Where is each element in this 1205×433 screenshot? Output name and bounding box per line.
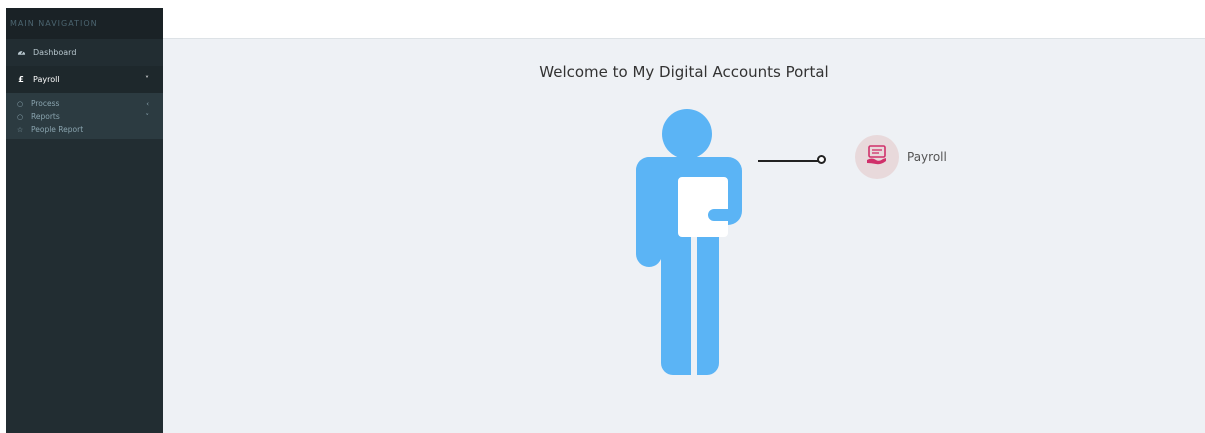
sidebar-item-people-report[interactable]: ☆ People Report: [6, 123, 163, 136]
payroll-cheque-icon: [866, 145, 888, 169]
sidebar-item-process[interactable]: ○ Process ‹: [6, 97, 163, 110]
sidebar-item-dashboard[interactable]: Dashboard: [6, 39, 163, 66]
chevron-left-icon: ‹: [146, 99, 149, 108]
person-illustration: [633, 105, 753, 384]
payroll-badge: [855, 135, 899, 179]
chevron-down-icon: ˅: [145, 75, 149, 84]
dashboard-icon: [15, 48, 27, 58]
sidebar-item-payroll[interactable]: £ Payroll ˅: [6, 66, 163, 93]
page-title: Welcome to My Digital Accounts Portal: [539, 63, 829, 81]
sidebar-subitem-label: Reports: [31, 112, 60, 121]
sidebar: MAIN NAVIGATION Dashboard £ Payroll ˅ ○ …: [6, 8, 163, 433]
main-navigation-header: MAIN NAVIGATION: [6, 8, 163, 39]
top-header-bar: [163, 8, 1205, 39]
connector-line: [758, 160, 818, 162]
sidebar-item-reports[interactable]: ○ Reports ˅: [6, 110, 163, 123]
payroll-link-label: Payroll: [907, 150, 947, 164]
sidebar-subitem-label: People Report: [31, 125, 84, 134]
pound-icon: £: [18, 75, 24, 84]
circle-icon: ○: [16, 112, 24, 121]
sidebar-subitem-label: Process: [31, 99, 60, 108]
star-icon: ☆: [16, 125, 24, 134]
sidebar-item-label: Dashboard: [33, 48, 77, 57]
connector-dot: [817, 155, 826, 164]
sidebar-item-label: Payroll: [33, 75, 60, 84]
chevron-down-icon: ˅: [145, 112, 150, 121]
circle-icon: ○: [16, 99, 24, 108]
main-content: Welcome to My Digital Accounts Portal Pa…: [163, 39, 1205, 433]
payroll-submenu: ○ Process ‹ ○ Reports ˅ ☆ People Report: [6, 93, 163, 139]
payroll-link[interactable]: Payroll: [855, 135, 947, 179]
